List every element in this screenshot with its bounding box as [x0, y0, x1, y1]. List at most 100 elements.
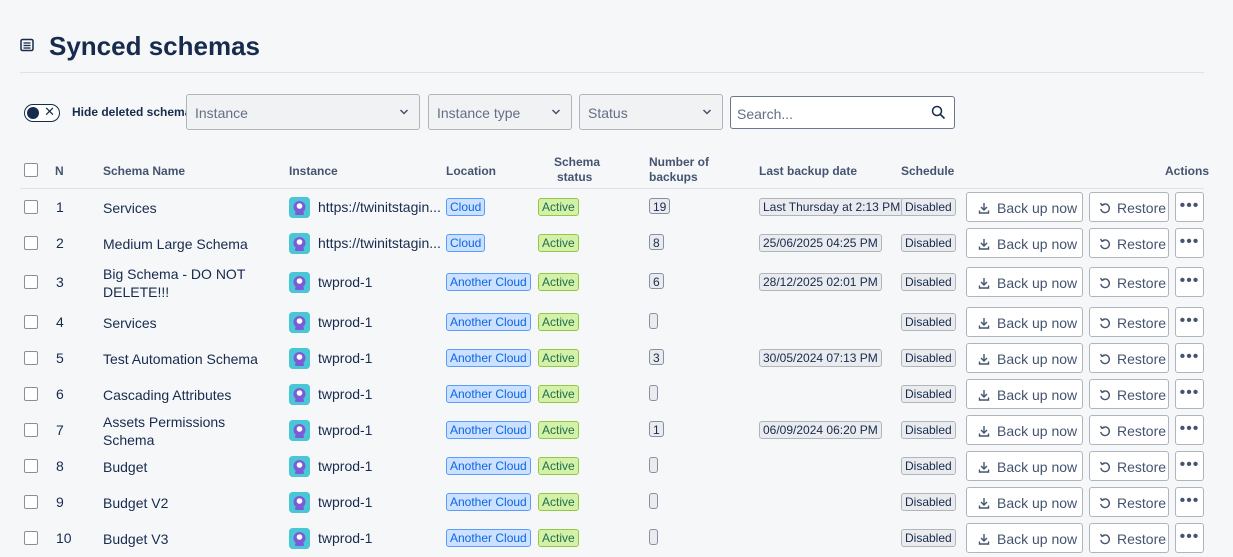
instance-url[interactable]: twprod-1 [318, 530, 372, 546]
restore-button[interactable]: Restore [1089, 192, 1169, 222]
table-row: 9 Budget V2 twprod-1 Another Cloud Active Dis… [20, 484, 1204, 520]
more-actions-button[interactable]: ••• [1175, 228, 1204, 258]
more-actions-button[interactable]: ••• [1175, 379, 1204, 409]
back-up-now-label: Back up now [997, 315, 1078, 331]
header-status-line1[interactable]: Schema [554, 155, 600, 170]
instance-avatar-icon [289, 197, 310, 218]
back-up-now-button[interactable]: Back up now [966, 228, 1083, 258]
row-number: 8 [56, 458, 64, 474]
header-schedule[interactable]: Schedule [901, 164, 954, 179]
header-location[interactable]: Location [446, 164, 496, 179]
row-checkbox[interactable] [24, 423, 38, 437]
schema-name[interactable]: Services [103, 314, 273, 332]
hide-deleted-toggle[interactable]: ✕ [24, 104, 60, 122]
instance-select-placeholder: Instance [195, 105, 248, 121]
header-backups-line1[interactable]: Number of [649, 155, 709, 170]
row-checkbox[interactable] [24, 200, 38, 214]
schema-name[interactable]: Budget V2 [103, 494, 273, 512]
schema-name[interactable]: Cascading Attributes [103, 386, 273, 404]
back-up-now-button[interactable]: Back up now [966, 343, 1083, 373]
instance-url[interactable]: twprod-1 [318, 458, 372, 474]
restore-button[interactable]: Restore [1089, 451, 1169, 481]
instance-select[interactable]: Instance [186, 94, 420, 130]
chevron-down-icon [702, 109, 712, 115]
status-badge: Active [538, 493, 579, 511]
row-checkbox[interactable] [24, 495, 38, 509]
back-up-now-label: Back up now [997, 200, 1078, 216]
more-actions-button[interactable]: ••• [1175, 267, 1204, 297]
row-number: 7 [56, 422, 64, 438]
back-up-now-label: Back up now [997, 275, 1078, 291]
location-badge: Another Cloud [446, 313, 531, 331]
schema-name[interactable]: Budget V3 [103, 530, 273, 548]
back-up-now-button[interactable]: Back up now [966, 307, 1083, 337]
more-actions-button[interactable]: ••• [1175, 415, 1204, 445]
back-up-now-label: Back up now [997, 236, 1078, 252]
last-backup-date: 06/09/2024 06:20 PM [759, 421, 882, 439]
restore-button[interactable]: Restore [1089, 379, 1169, 409]
instance-url[interactable]: twprod-1 [318, 494, 372, 510]
search-icon[interactable] [931, 105, 946, 120]
status-badge: Active [538, 421, 579, 439]
schema-name[interactable]: Budget [103, 458, 273, 476]
back-up-now-button[interactable]: Back up now [966, 523, 1083, 553]
status-badge: Active [538, 273, 579, 291]
more-actions-button[interactable]: ••• [1175, 487, 1204, 517]
location-badge: Another Cloud [446, 349, 531, 367]
instance-type-placeholder: Instance type [437, 105, 521, 121]
more-icon: ••• [1179, 456, 1200, 473]
restore-button[interactable]: Restore [1089, 267, 1169, 297]
schedule-badge: Disabled [901, 234, 956, 252]
location-badge: Another Cloud [446, 385, 531, 403]
restore-button[interactable]: Restore [1089, 523, 1169, 553]
schema-name[interactable]: Services [103, 199, 273, 217]
more-actions-button[interactable]: ••• [1175, 451, 1204, 481]
instance-url[interactable]: twprod-1 [318, 350, 372, 366]
row-checkbox[interactable] [24, 236, 38, 250]
back-up-now-button[interactable]: Back up now [966, 267, 1083, 297]
row-number: 2 [56, 235, 64, 251]
more-actions-button[interactable]: ••• [1175, 523, 1204, 553]
backup-count-badge [649, 385, 658, 401]
restore-button[interactable]: Restore [1089, 228, 1169, 258]
row-checkbox[interactable] [24, 315, 38, 329]
row-checkbox[interactable] [24, 275, 38, 289]
instance-type-select[interactable]: Instance type [428, 94, 572, 130]
row-checkbox[interactable] [24, 351, 38, 365]
back-up-now-button[interactable]: Back up now [966, 379, 1083, 409]
more-actions-button[interactable]: ••• [1175, 192, 1204, 222]
more-icon: ••• [1179, 528, 1200, 545]
header-instance[interactable]: Instance [289, 164, 338, 179]
more-actions-button[interactable]: ••• [1175, 307, 1204, 337]
schema-name[interactable]: Test Automation Schema [103, 350, 273, 368]
row-number: 1 [56, 199, 64, 215]
restore-button[interactable]: Restore [1089, 307, 1169, 337]
header-schema-name[interactable]: Schema Name [103, 164, 185, 179]
search-input[interactable]: Search... [730, 96, 955, 129]
back-up-now-button[interactable]: Back up now [966, 192, 1083, 222]
instance-url[interactable]: twprod-1 [318, 386, 372, 402]
instance-url[interactable]: https://twinitstagin... [318, 199, 441, 215]
header-last-backup[interactable]: Last backup date [759, 164, 857, 179]
status-select[interactable]: Status [579, 94, 723, 130]
restore-button[interactable]: Restore [1089, 343, 1169, 373]
restore-button[interactable]: Restore [1089, 415, 1169, 445]
schedule-badge: Disabled [901, 529, 956, 547]
more-actions-button[interactable]: ••• [1175, 343, 1204, 373]
row-checkbox[interactable] [24, 387, 38, 401]
back-up-now-button[interactable]: Back up now [966, 487, 1083, 517]
row-checkbox[interactable] [24, 459, 38, 473]
back-up-now-button[interactable]: Back up now [966, 451, 1083, 481]
restore-button[interactable]: Restore [1089, 487, 1169, 517]
instance-url[interactable]: https://twinitstagin... [318, 235, 441, 251]
schema-name[interactable]: Medium Large Schema [103, 235, 273, 253]
instance-url[interactable]: twprod-1 [318, 274, 372, 290]
select-all-checkbox[interactable] [24, 163, 38, 177]
more-icon: ••• [1179, 492, 1200, 509]
row-checkbox[interactable] [24, 531, 38, 545]
instance-url[interactable]: twprod-1 [318, 314, 372, 330]
back-up-now-button[interactable]: Back up now [966, 415, 1083, 445]
instance-url[interactable]: twprod-1 [318, 422, 372, 438]
schema-name[interactable]: Big Schema - DO NOT DELETE!!! [103, 265, 273, 301]
schema-name[interactable]: Assets Permissions Schema [103, 413, 273, 449]
